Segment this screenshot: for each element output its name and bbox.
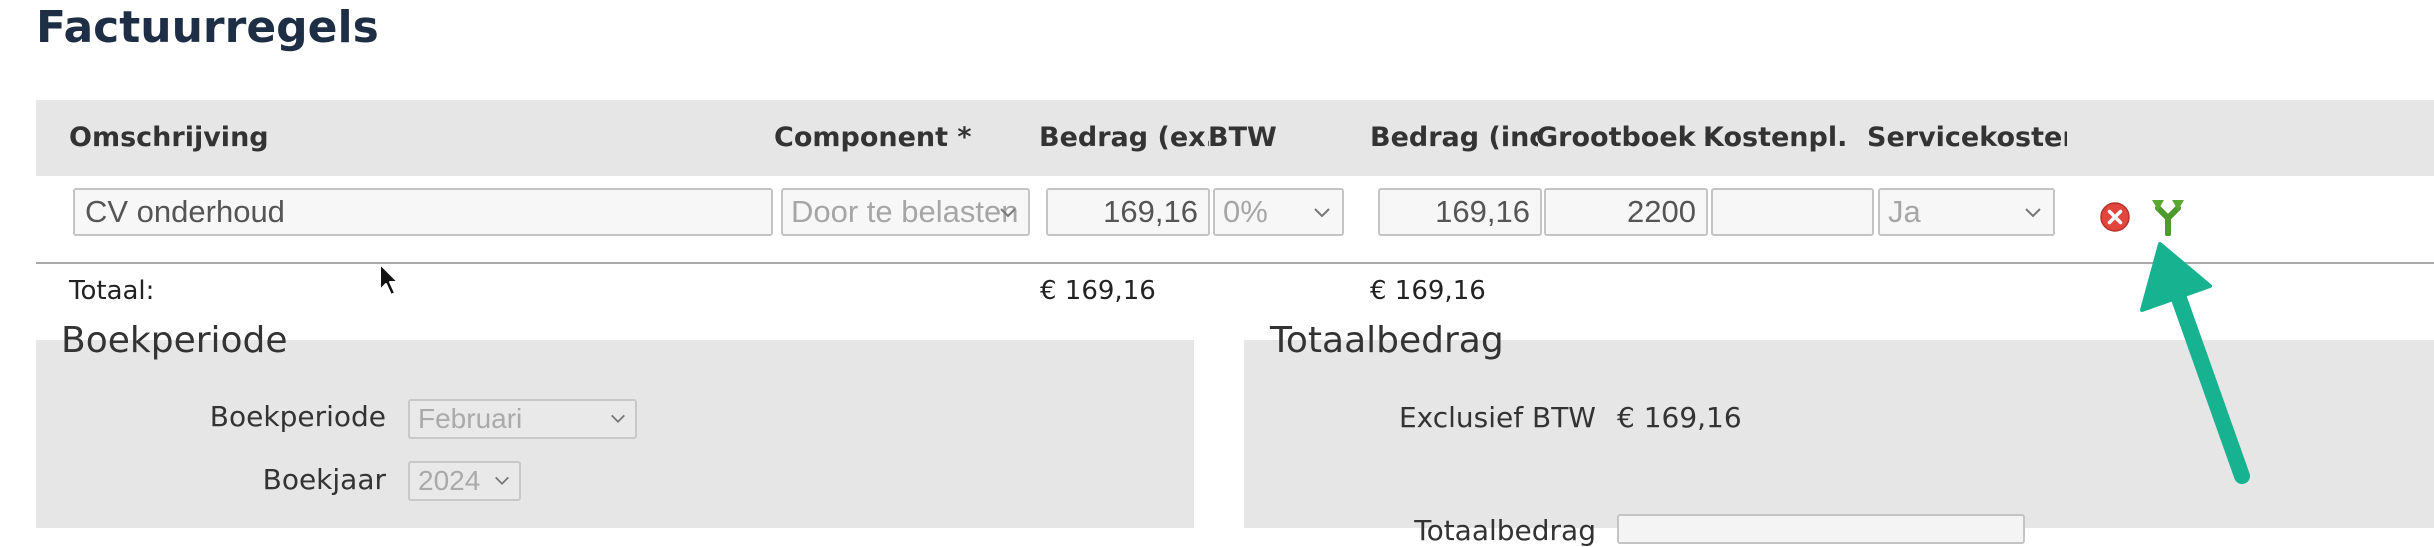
btw-select[interactable]: 0% (1213, 188, 1344, 236)
bedrag-ex-input[interactable]: 169,16 (1046, 188, 1210, 236)
kostenplaats-input[interactable] (1711, 188, 1874, 236)
mouse-cursor-icon (379, 263, 399, 296)
totaalbedrag-input[interactable] (1617, 514, 2025, 544)
btw-select-value: 0% (1223, 194, 1268, 229)
exclusief-btw-label: Exclusief BTW (1398, 401, 1596, 434)
column-header-component: Component * (774, 122, 972, 153)
omschrijving-input[interactable]: CV onderhoud (73, 188, 773, 236)
column-header-btw: BTW (1208, 122, 1277, 153)
column-header-bedrag-inc: Bedrag (inc... (1370, 122, 1538, 153)
component-select[interactable]: Door te belasten (781, 188, 1030, 236)
servicekosten-select-value: Ja (1888, 194, 1921, 229)
exclusief-btw-value: € 169,16 (1617, 401, 1742, 434)
column-header-servicekosten: Servicekosten (1867, 122, 2067, 153)
totaalbedrag-label: Totaalbedrag (1414, 514, 1596, 547)
delete-icon[interactable] (2099, 201, 2131, 233)
servicekosten-select[interactable]: Ja (1878, 188, 2055, 236)
column-header-kostenplaats: Kostenpl. (1703, 122, 1848, 153)
component-select-value: Door te belasten (791, 194, 1019, 229)
chevron-down-icon (2025, 208, 2041, 218)
boekjaar-select-value: 2024 (418, 465, 481, 496)
chevron-down-icon (1000, 208, 1016, 218)
totaalbedrag-title: Totaalbedrag (1270, 320, 1504, 361)
boekjaar-select[interactable]: 2024 (408, 461, 521, 501)
row-divider (36, 262, 2434, 264)
chevron-down-icon (1314, 208, 1330, 218)
column-header-grootboek: Grootboek (1536, 122, 1696, 153)
boekperiode-select-value: Februari (418, 403, 523, 434)
chevron-down-icon (495, 476, 509, 485)
chevron-down-icon (611, 414, 625, 423)
column-header-omschrijving: Omschrijving (69, 122, 269, 153)
boekperiode-select[interactable]: Februari (408, 399, 637, 439)
table-header: Omschrijving Component * Bedrag (ex.... … (36, 100, 2434, 176)
grootboek-input[interactable]: 2200 (1544, 188, 1708, 236)
annotation-arrow-icon (2140, 242, 2250, 484)
boekjaar-label: Boekjaar (262, 463, 386, 496)
boekperiode-label: Boekperiode (209, 400, 386, 433)
totals-label: Totaal: (69, 276, 155, 306)
totals-bedrag-inc: € 169,16 (1370, 276, 1486, 306)
bedrag-inc-input[interactable]: 169,16 (1378, 188, 1542, 236)
totals-bedrag-ex: € 169,16 (1040, 276, 1156, 306)
column-header-bedrag-ex: Bedrag (ex.... (1039, 122, 1209, 153)
boekperiode-title: Boekperiode (61, 320, 288, 361)
page-title: Factuurregels (36, 2, 379, 53)
